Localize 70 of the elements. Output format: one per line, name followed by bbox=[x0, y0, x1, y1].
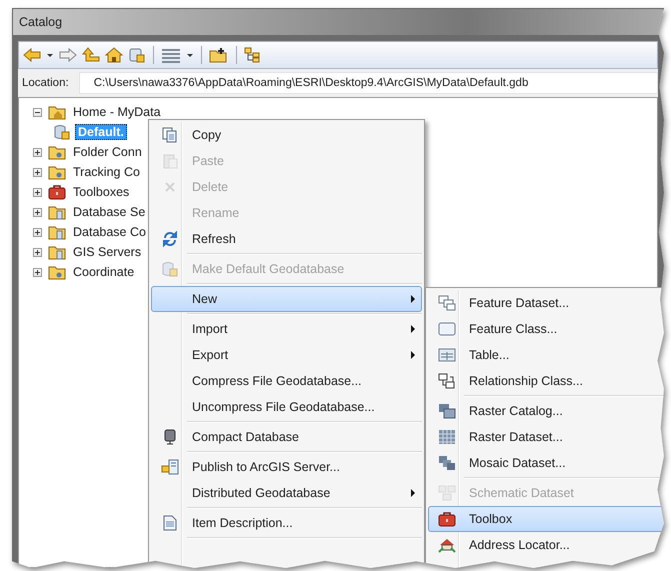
linked-squares-icon bbox=[438, 373, 456, 389]
tree-item[interactable]: Coordinate bbox=[70, 264, 138, 280]
server-icon bbox=[161, 459, 179, 475]
expand-icon[interactable] bbox=[33, 188, 42, 196]
tree-item[interactable]: Toolboxes bbox=[70, 184, 132, 200]
squares-icon bbox=[438, 295, 456, 311]
tree-item[interactable]: Tracking Co bbox=[70, 164, 143, 180]
location-label: Location: bbox=[22, 77, 69, 89]
close-icon bbox=[163, 180, 177, 194]
clipboard-icon bbox=[162, 153, 178, 169]
tree-icon[interactable] bbox=[244, 47, 262, 63]
document-icon bbox=[163, 515, 177, 531]
tree-item[interactable]: Database Co bbox=[70, 224, 149, 240]
folder-icon bbox=[48, 204, 66, 220]
menu-item[interactable]: Export bbox=[151, 342, 422, 368]
menu-item[interactable]: Import bbox=[151, 316, 422, 342]
tree-item[interactable]: Database Se bbox=[70, 204, 148, 220]
expand-icon[interactable] bbox=[33, 248, 42, 256]
house-icon bbox=[438, 537, 456, 553]
rectangle-icon bbox=[438, 321, 456, 337]
menu-item[interactable]: Mosaic Dataset... bbox=[428, 450, 664, 476]
tree-item[interactable]: GIS Servers bbox=[70, 244, 144, 260]
folder-icon bbox=[48, 104, 66, 120]
refresh-icon bbox=[162, 231, 178, 247]
menu-item[interactable]: Address Locator... bbox=[428, 532, 664, 558]
folder-icon bbox=[48, 224, 66, 240]
toolbox-icon bbox=[48, 184, 66, 200]
folder-icon bbox=[48, 144, 66, 160]
menu-item[interactable]: Copy bbox=[151, 122, 422, 148]
tree-item[interactable]: Home - MyData bbox=[70, 104, 164, 120]
folder-icon bbox=[48, 244, 66, 260]
documents-icon bbox=[162, 127, 178, 143]
toolbox-icon bbox=[438, 511, 456, 527]
window-title: Catalog bbox=[19, 15, 62, 29]
expand-icon[interactable] bbox=[33, 208, 42, 216]
collapse-icon[interactable] bbox=[33, 108, 42, 116]
menu-item[interactable]: Refresh bbox=[151, 226, 422, 252]
table-icon bbox=[438, 347, 456, 363]
location-field[interactable]: C:\Users\nawa3376\AppData\Roaming\ESRI\Desktop9.4\ArcGIS\MyData\Default.gdb bbox=[78, 72, 658, 94]
arrow-up-icon[interactable] bbox=[82, 47, 100, 63]
menu-item[interactable]: Raster Dataset... bbox=[428, 424, 664, 450]
diagram-icon bbox=[438, 485, 456, 501]
menu-item[interactable]: Toolbox bbox=[428, 506, 664, 532]
menu-item[interactable]: Uncompress File Geodatabase... bbox=[151, 394, 422, 420]
menu-item[interactable]: Table... bbox=[428, 342, 664, 368]
menu-item[interactable]: Publish to ArcGIS Server... bbox=[151, 454, 422, 480]
folder-icon bbox=[48, 264, 66, 280]
menu-item[interactable]: Distributed Geodatabase bbox=[151, 480, 422, 506]
grid-stack-icon bbox=[438, 403, 456, 419]
expand-icon[interactable] bbox=[33, 228, 42, 236]
expand-icon[interactable] bbox=[33, 168, 42, 176]
grid-icon[interactable] bbox=[161, 47, 181, 63]
menu-item[interactable]: Feature Dataset... bbox=[428, 290, 664, 316]
menu-item[interactable]: Item Description... bbox=[151, 510, 422, 536]
menu-item[interactable]: Feature Class... bbox=[428, 316, 664, 342]
menu-item[interactable]: Raster Catalog... bbox=[428, 398, 664, 424]
grid-icon bbox=[438, 429, 456, 445]
arrow-left-icon[interactable] bbox=[23, 47, 41, 63]
menu-item[interactable]: New bbox=[151, 286, 422, 312]
folder-icon[interactable] bbox=[209, 47, 229, 63]
tree-item[interactable]: Folder Conn bbox=[70, 144, 145, 160]
menu-item[interactable]: Compact Database bbox=[151, 424, 422, 450]
folder-icon bbox=[48, 164, 66, 180]
arrow-right-icon[interactable] bbox=[59, 47, 77, 63]
home-icon[interactable] bbox=[105, 47, 123, 63]
menu-item[interactable]: Compress File Geodatabase... bbox=[151, 368, 422, 394]
tiles-icon bbox=[438, 455, 456, 471]
menu-item[interactable]: Relationship Class... bbox=[428, 368, 664, 394]
expand-icon[interactable] bbox=[33, 148, 42, 156]
expand-icon[interactable] bbox=[33, 268, 42, 276]
